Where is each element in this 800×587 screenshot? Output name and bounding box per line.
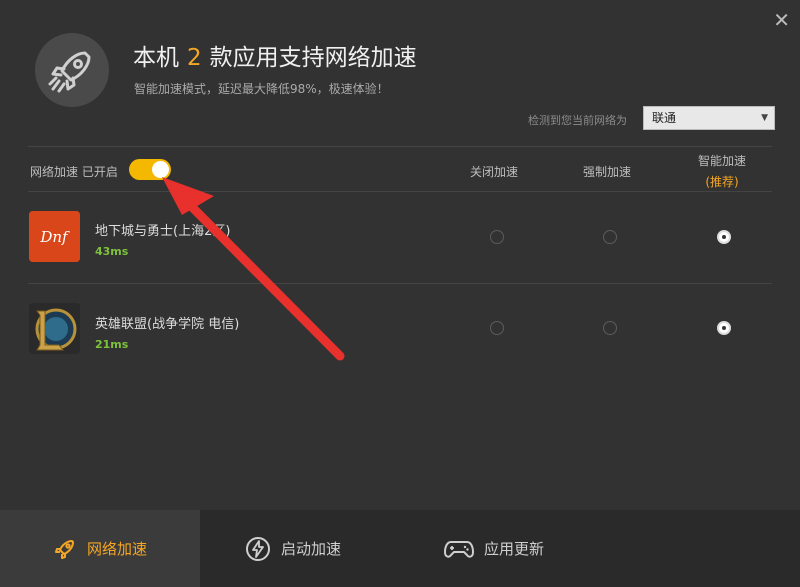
tab-label: 应用更新 xyxy=(484,540,545,558)
accel-toggle[interactable] xyxy=(129,159,171,180)
radio-smart[interactable] xyxy=(717,321,731,335)
page-title: 本机 2 款应用支持网络加速 xyxy=(133,38,417,72)
divider xyxy=(28,191,772,192)
network-label: 检测到您当前网络为 xyxy=(528,114,627,127)
svg-text:Dnf: Dnf xyxy=(39,228,70,246)
radio-force[interactable] xyxy=(603,321,617,335)
title-suffix: 款应用支持网络加速 xyxy=(209,45,417,71)
dnf-icon: Dnf xyxy=(29,211,80,262)
tab-app-update[interactable]: 应用更新 xyxy=(444,510,544,587)
bottom-tab-bar: 网络加速 启动加速 应用更新 xyxy=(0,510,800,587)
annotation-arrow xyxy=(162,177,345,361)
game-name: 地下城与勇士(上海2区) xyxy=(95,224,231,239)
network-selected-value: 联通 xyxy=(652,111,677,125)
divider xyxy=(28,146,772,147)
smart-label: 智能加速 xyxy=(697,154,746,168)
column-header-smart: 智能加速 (推荐) xyxy=(672,152,772,190)
rocket-icon xyxy=(53,537,77,561)
divider xyxy=(28,283,772,284)
radio-off[interactable] xyxy=(490,321,504,335)
column-header-off: 关闭加速 xyxy=(469,165,518,179)
radio-smart[interactable] xyxy=(717,230,731,244)
column-header-force: 强制加速 xyxy=(582,165,631,179)
chevron-down-icon: ▼ xyxy=(761,113,768,123)
recommended-badge: (推荐) xyxy=(705,175,739,189)
game-ping: 43ms xyxy=(95,245,129,258)
rocket-logo xyxy=(35,33,109,107)
lol-icon xyxy=(29,303,80,354)
accel-status-label: 网络加速 已开启 xyxy=(30,165,118,179)
title-prefix: 本机 xyxy=(133,45,179,71)
tab-label: 网络加速 xyxy=(86,540,147,558)
toggle-knob xyxy=(152,161,169,178)
page-subtitle: 智能加速模式，延迟最大降低98%，极速体验！ xyxy=(134,82,389,96)
tab-label: 启动加速 xyxy=(281,540,342,558)
network-select[interactable]: 联通 ▼ xyxy=(643,106,775,130)
radio-off[interactable] xyxy=(490,230,504,244)
tab-network-accel[interactable]: 网络加速 xyxy=(0,510,200,587)
tab-startup-accel[interactable]: 启动加速 xyxy=(245,510,341,587)
game-ping: 21ms xyxy=(95,338,129,351)
radio-force[interactable] xyxy=(603,230,617,244)
rocket-icon xyxy=(48,51,91,93)
app-count: 2 xyxy=(187,45,202,71)
lightning-icon xyxy=(245,536,271,562)
game-name: 英雄联盟(战争学院 电信) xyxy=(95,317,240,332)
close-icon[interactable]: ✕ xyxy=(773,10,790,30)
gamepad-icon xyxy=(444,538,474,560)
game-accelerator-window: ✕ 本机 2 款应用支持网络加速 智能加速模式，延迟最大降低98%，极速体验！ 检测… xyxy=(0,0,800,587)
